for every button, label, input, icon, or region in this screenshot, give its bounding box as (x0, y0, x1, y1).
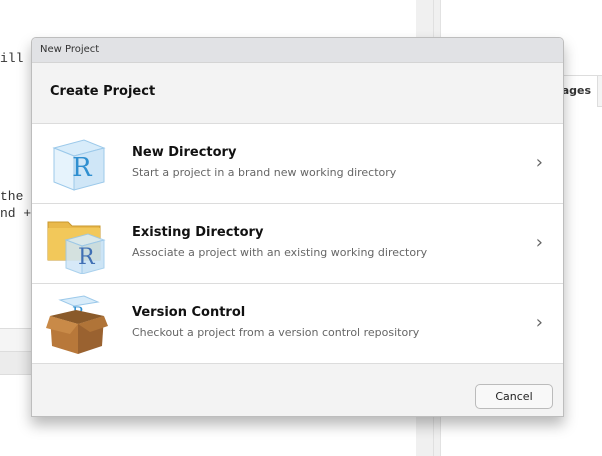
dialog-title: New Project (32, 38, 563, 63)
cancel-button[interactable]: Cancel (475, 384, 553, 409)
option-description: Start a project in a brand new working d… (132, 166, 397, 179)
option-new-directory[interactable]: R New Directory Start a project in a bra… (32, 124, 563, 204)
code-fragment: nd + (0, 206, 32, 221)
option-title: Version Control (132, 305, 246, 320)
chevron-right-icon: › (535, 312, 543, 333)
option-title: New Directory (132, 145, 237, 160)
box-icon: R (46, 294, 108, 354)
option-title: Existing Directory (132, 225, 264, 240)
option-version-control[interactable]: R Version Control Checkout a project fro… (32, 284, 563, 364)
new-project-dialog: New Project Create Project R New Directo… (31, 37, 564, 417)
option-existing-directory[interactable]: R Existing Directory Associate a project… (32, 204, 563, 284)
code-fragment: ill (0, 51, 24, 66)
chevron-right-icon: › (535, 152, 543, 173)
folder-r-icon: R (46, 214, 108, 275)
option-description: Checkout a project from a version contro… (132, 326, 420, 339)
option-description: Associate a project with an existing wor… (132, 246, 428, 259)
r-cube-icon: R (46, 134, 108, 194)
chevron-right-icon: › (535, 232, 543, 253)
dialog-heading: Create Project (32, 63, 563, 124)
svg-text:R: R (78, 245, 96, 270)
code-fragment: the (0, 189, 24, 204)
svg-text:R: R (72, 153, 93, 183)
dialog-footer: Cancel (32, 364, 563, 416)
